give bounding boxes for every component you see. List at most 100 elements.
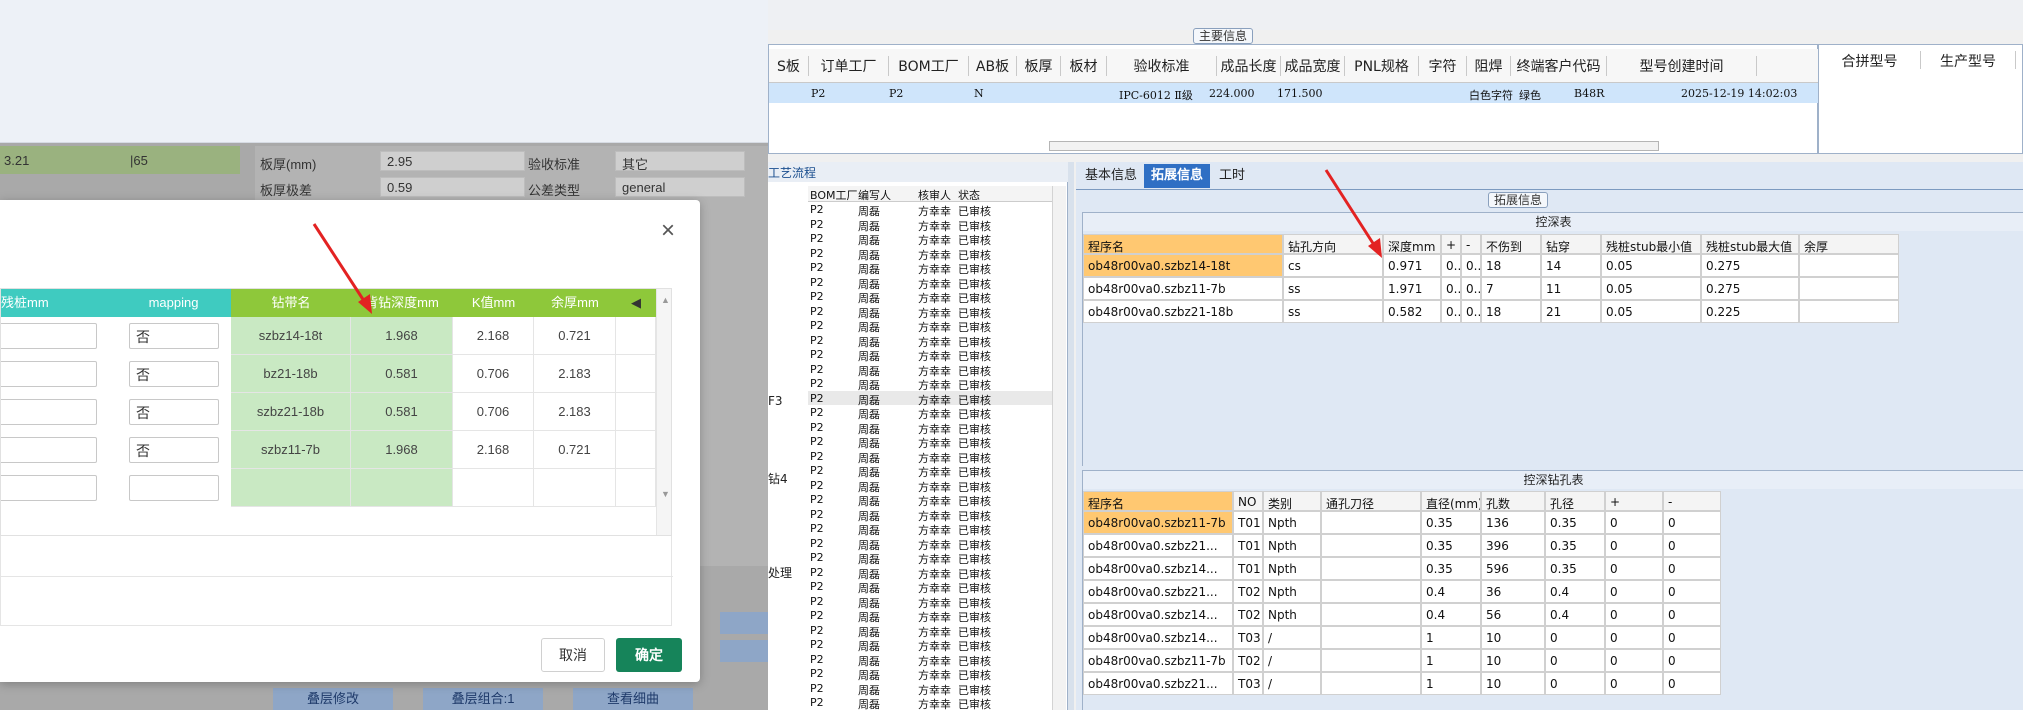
flow-row[interactable]: P2 周磊 方幸幸 已审核 [808, 376, 1052, 392]
scroll-down-icon[interactable]: ▼ [661, 489, 670, 499]
flow-row[interactable]: P2 周磊 方幸幸 已审核 [808, 304, 1052, 320]
flow-row[interactable]: P2 周磊 方幸幸 已审核 [808, 434, 1052, 450]
action-cell [616, 393, 656, 431]
cancel-button[interactable]: 取消 [541, 638, 605, 672]
mapping-select[interactable]: 否 [129, 437, 219, 463]
flow-row[interactable]: P2 周磊 方幸幸 已审核 [808, 347, 1052, 363]
hole-cell: 0 [1663, 626, 1721, 649]
mapping-select[interactable]: 否 [129, 323, 219, 349]
flow-row[interactable]: P2 周磊 方幸幸 已审核 [808, 594, 1052, 610]
close-icon[interactable]: × [655, 218, 681, 244]
flow-row[interactable]: P2 周磊 方幸幸 已审核 [808, 318, 1052, 334]
hole-cell [1321, 603, 1421, 626]
hole-cell: 0 [1545, 649, 1605, 672]
combine-model-table: 合拼型号 生产型号 [1818, 44, 2023, 154]
tab-work-hours[interactable]: 工时 [1212, 164, 1252, 188]
mapping-select[interactable]: 否 [129, 361, 219, 387]
mapping-select[interactable] [129, 475, 219, 501]
flow-row[interactable]: P2 周磊 方幸幸 已审核 [808, 608, 1052, 624]
depth-cell: 0.581 [351, 355, 453, 393]
stub-input[interactable] [1, 323, 97, 349]
stub-input[interactable] [1, 437, 97, 463]
hole-cell: T01 [1233, 534, 1263, 557]
view-curve-button[interactable]: 查看细曲 [573, 688, 693, 710]
flow-row[interactable]: P2 周磊 方幸幸 已审核 [808, 550, 1052, 566]
side-button[interactable] [720, 640, 768, 662]
flow-row[interactable]: P2 周磊 方幸幸 已审核 [808, 289, 1052, 305]
flow-row[interactable]: P2 周磊 方幸幸 已审核 [808, 275, 1052, 291]
depth-cell [1799, 300, 1899, 323]
flow-row[interactable]: P2 周磊 方幸幸 已审核 [808, 362, 1052, 378]
stub-input[interactable] [1, 361, 97, 387]
flow-row[interactable]: P2 周磊 方幸幸 已审核 [808, 579, 1052, 595]
flow-row[interactable]: P2 周磊 方幸幸 已审核 [808, 507, 1052, 523]
hole-cell: T02 [1233, 603, 1263, 626]
splitter[interactable] [1068, 162, 1074, 710]
background-row: 3.21 |65 [0, 146, 240, 174]
table-row: 否 szbz21-18b 0.581 0.706 2.183 [1, 393, 656, 431]
hole-cell: 136 [1481, 511, 1545, 534]
flow-bom-cell: P2 [810, 638, 824, 651]
flow-row[interactable]: P2 周磊 方幸幸 已审核 [808, 405, 1052, 421]
tab-ext-info[interactable]: 拓展信息 [1144, 164, 1210, 188]
stub-input[interactable] [1, 475, 97, 501]
stackup-combo-button[interactable]: 叠层组合:1 [423, 688, 543, 710]
flow-row[interactable]: P2 周磊 方幸幸 已审核 [808, 623, 1052, 639]
flow-row[interactable]: P2 周磊 方幸幸 已审核 [808, 449, 1052, 465]
flow-row[interactable]: P2 周磊 方幸幸 已审核 [808, 536, 1052, 552]
hole-cell: ob48r00va0.szbz14... [1083, 626, 1233, 649]
side-button[interactable] [720, 612, 768, 634]
tab-basic-info[interactable]: 基本信息 [1080, 164, 1142, 188]
stub-input[interactable] [1, 399, 97, 425]
flow-row[interactable]: P2 周磊 方幸幸 已审核 [808, 420, 1052, 436]
scroll-up-icon[interactable]: ▲ [661, 295, 670, 305]
flow-row[interactable]: P2 周磊 方幸幸 已审核 [808, 217, 1052, 233]
flow-bom-cell: P2 [810, 667, 824, 680]
main-info-row[interactable]: P2 P2 N IPC-6012 Ⅱ级 224.000 171.500 白色字符 绿色 B48R… [769, 83, 1819, 103]
flow-row[interactable]: P2 周磊 方幸幸 已审核 [808, 333, 1052, 349]
stackup-edit-button[interactable]: 叠层修改 [273, 688, 393, 710]
confirm-button[interactable]: 确定 [616, 638, 682, 672]
hole-cell: 0 [1663, 580, 1721, 603]
hole-cell: 10 [1481, 649, 1545, 672]
grid-scrollbar[interactable]: ▲ ▼ [656, 289, 671, 535]
flow-bom-cell: P2 [810, 551, 824, 564]
main-col-header: 成品宽度 [1281, 56, 1345, 76]
mapping-select[interactable]: 否 [129, 399, 219, 425]
flow-row[interactable]: P2 周磊 方幸幸 已审核 [808, 521, 1052, 537]
row-value-2: |65 [130, 153, 148, 168]
depth-col-header: 程序名 [1083, 234, 1283, 254]
depth-cell: 0.. [1461, 300, 1481, 323]
flow-row[interactable]: P2 周磊 方幸幸 已审核 [808, 666, 1052, 682]
main-col-header: 板材 [1061, 56, 1107, 76]
flow-row[interactable]: P2 周磊 方幸幸 已审核 [808, 681, 1052, 697]
flow-row[interactable]: P2 周磊 方幸幸 已审核 [808, 652, 1052, 668]
flow-row[interactable]: P2 周磊 方幸幸 已审核 [808, 260, 1052, 276]
hole-cell: ob48r00va0.szbz14... [1083, 557, 1233, 580]
depth-cell: 0.05 [1601, 300, 1701, 323]
flow-row[interactable]: P2 周磊 方幸幸 已审核 [808, 463, 1052, 479]
process-flow-panel: 工艺流程 BOM工厂 编写人 核审人 状态 P2 周磊 方幸幸 已审核 P2 周磊 方幸幸 已审核 P… [768, 162, 1068, 710]
flow-bom-cell: P2 [810, 261, 824, 274]
flow-row[interactable]: P2 周磊 方幸幸 已审核 [808, 695, 1052, 710]
hole-cell: 0.35 [1545, 557, 1605, 580]
scroll-left-icon[interactable]: ◀ [616, 289, 656, 317]
horizontal-scrollbar[interactable] [1049, 141, 1659, 151]
form-value: 其它 [615, 151, 745, 172]
flow-row[interactable]: P2 周磊 方幸幸 已审核 [808, 390, 1052, 407]
flow-row[interactable]: P2 周磊 方幸幸 已审核 [808, 202, 1052, 218]
main-col-header: 终端客户代码 [1511, 56, 1607, 76]
action-cell [616, 317, 656, 355]
flow-row[interactable]: P2 周磊 方幸幸 已审核 [808, 246, 1052, 262]
table-row: 否 szbz11-7b 1.968 2.168 0.721 [1, 431, 656, 469]
hole-cell: 0 [1663, 603, 1721, 626]
form-value: 2.95 [380, 151, 525, 171]
flow-row[interactable]: P2 周磊 方幸幸 已审核 [808, 565, 1052, 581]
flow-row[interactable]: P2 周磊 方幸幸 已审核 [808, 478, 1052, 494]
flow-row[interactable]: P2 周磊 方幸幸 已审核 [808, 231, 1052, 247]
flow-row[interactable]: P2 周磊 方幸幸 已审核 [808, 637, 1052, 653]
depth-cell: 0.. [1441, 277, 1461, 300]
flow-row[interactable]: P2 周磊 方幸幸 已审核 [808, 492, 1052, 508]
flow-scrollbar[interactable] [1052, 186, 1066, 710]
flow-col-header: 核审人 [918, 189, 951, 202]
